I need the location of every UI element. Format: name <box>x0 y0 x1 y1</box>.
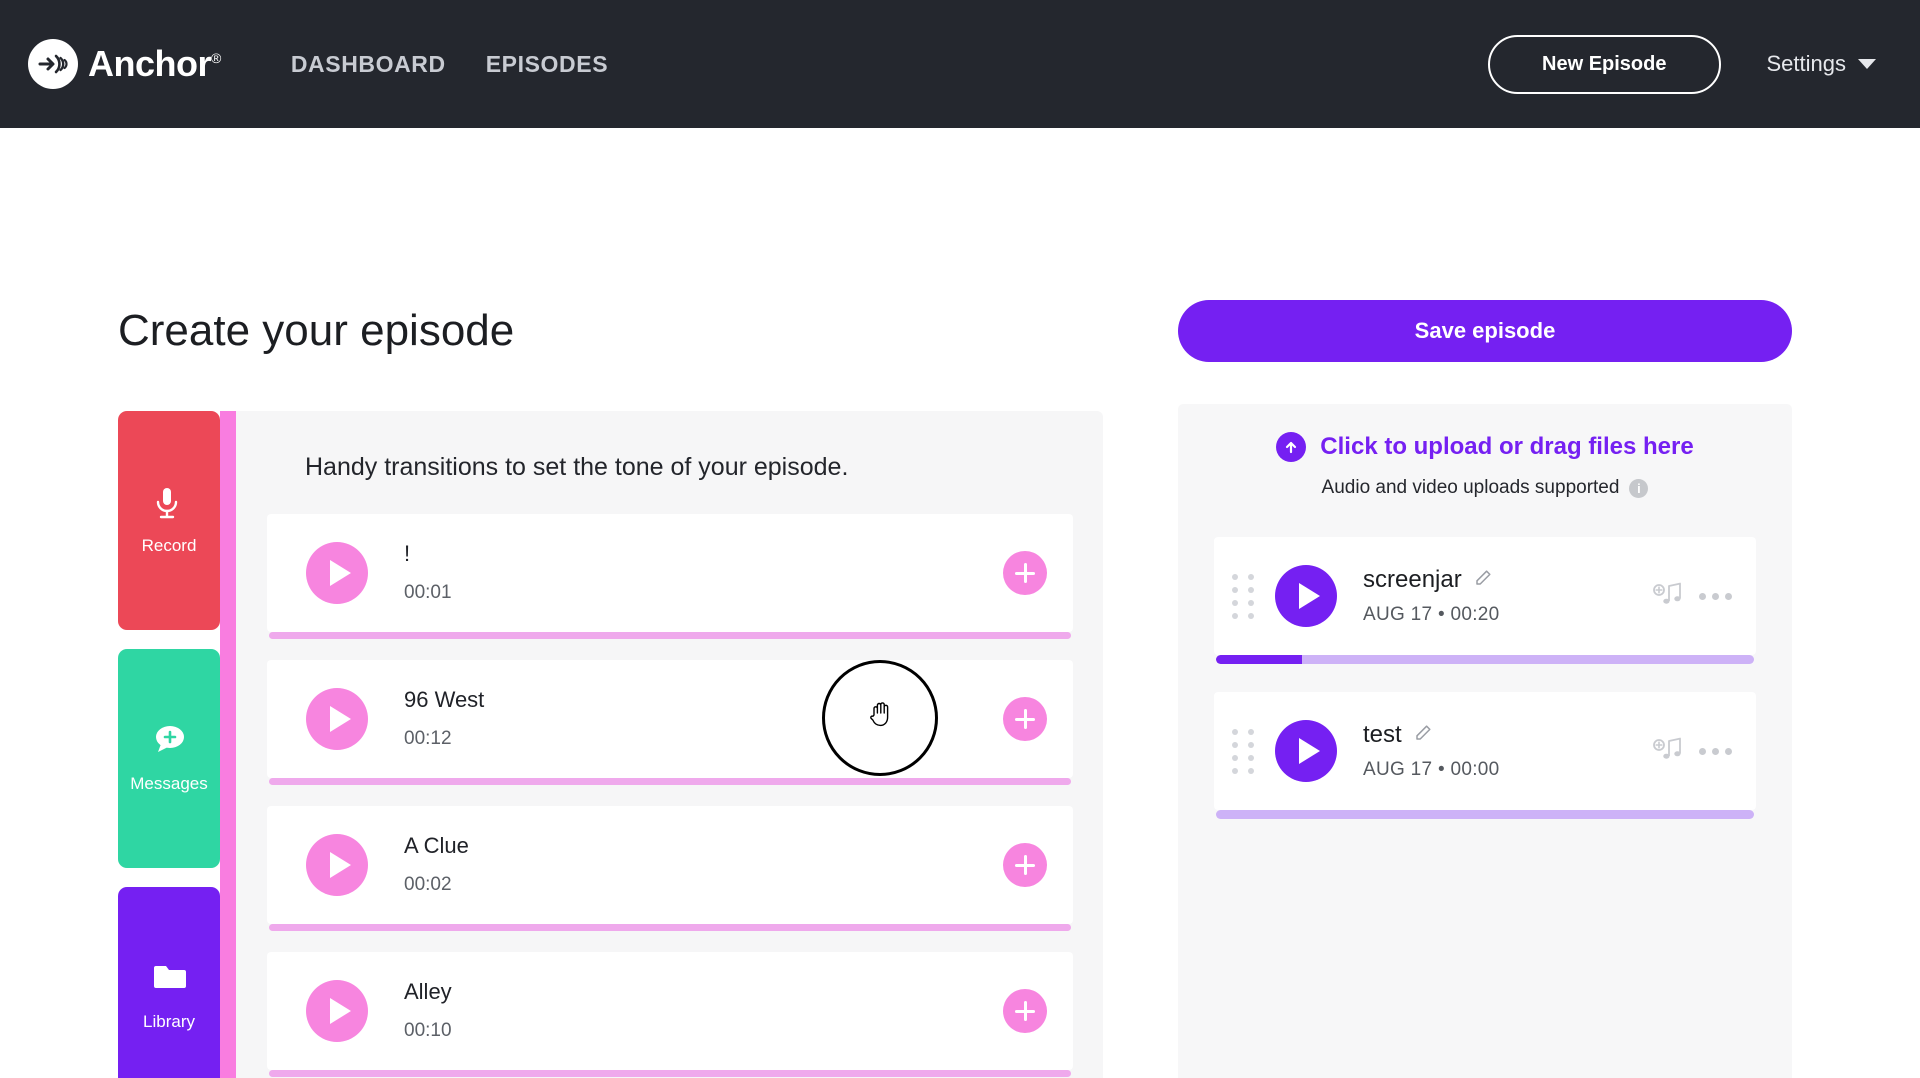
save-episode-button[interactable]: Save episode <box>1178 300 1792 362</box>
transition-duration: 00:01 <box>404 581 452 603</box>
upload-subtext: Audio and video uploads supported i <box>1178 477 1792 499</box>
add-music-icon[interactable] <box>1653 736 1687 767</box>
segment-meta: test AUG 17 • 00:00 <box>1363 721 1500 781</box>
tool-rail: Record Messages Library <box>118 411 220 1078</box>
episode-segments-list: screenjar AUG 17 • 00:20 test AUG 17 • 0… <box>1178 499 1792 819</box>
transition-duration: 00:12 <box>404 727 452 749</box>
rail-item-messages[interactable]: Messages <box>118 649 220 868</box>
upload-subtext-label: Audio and video uploads supported <box>1321 477 1620 498</box>
play-icon[interactable] <box>1275 565 1337 627</box>
more-options-icon[interactable] <box>1699 592 1732 600</box>
play-icon[interactable] <box>306 980 368 1042</box>
page-title: Create your episode <box>118 306 515 355</box>
play-icon[interactable] <box>306 688 368 750</box>
play-icon[interactable] <box>306 834 368 896</box>
main-nav: DASHBOARD EPISODES <box>291 51 608 78</box>
transitions-panel: Handy transitions to set the tone of you… <box>236 411 1103 1078</box>
episode-builder-panel: Click to upload or drag files here Audio… <box>1178 404 1792 1078</box>
transition-row[interactable]: Alley 00:10 <box>267 952 1073 1070</box>
transitions-list: ! 00:01 96 West 00:12 A Clue 00:02 Alley… <box>236 482 1103 1077</box>
drag-handle-icon[interactable] <box>1232 728 1255 774</box>
rail-label-library: Library <box>143 1011 195 1031</box>
transition-name: Alley <box>404 979 452 1005</box>
segment-actions <box>1653 581 1732 612</box>
transitions-heading: Handy transitions to set the tone of you… <box>305 453 849 481</box>
segment-title: test <box>1363 721 1402 748</box>
registered-mark: ® <box>211 50 221 66</box>
settings-menu[interactable]: Settings <box>1766 51 1876 77</box>
segment-subtitle: AUG 17 • 00:20 <box>1363 604 1500 625</box>
segment-card[interactable]: test AUG 17 • 00:00 <box>1214 692 1756 810</box>
add-transition-button[interactable] <box>1003 551 1047 595</box>
app-header: Anchor® DASHBOARD EPISODES New Episode S… <box>0 0 1920 128</box>
add-transition-button[interactable] <box>1003 989 1047 1033</box>
transition-row[interactable]: 96 West 00:12 <box>267 660 1073 778</box>
nav-item-dashboard[interactable]: DASHBOARD <box>291 51 446 78</box>
chevron-down-icon <box>1858 59 1876 69</box>
play-icon[interactable] <box>1275 720 1337 782</box>
header-actions: New Episode Settings <box>1488 34 1876 94</box>
anchor-wave-icon <box>28 39 78 89</box>
more-options-icon[interactable] <box>1699 747 1732 755</box>
new-episode-button[interactable]: New Episode <box>1488 34 1721 94</box>
message-plus-icon <box>152 724 186 760</box>
segment-progress-bar[interactable] <box>1216 810 1754 819</box>
segment-title: screenjar <box>1363 566 1462 593</box>
segment-card[interactable]: screenjar AUG 17 • 00:20 <box>1214 537 1756 655</box>
drag-handle-icon[interactable] <box>1232 573 1255 619</box>
pencil-icon[interactable] <box>1474 569 1492 592</box>
page-body: Create your episode Save episode Record <box>0 128 1920 1078</box>
transition-meta: ! 00:01 <box>404 542 452 603</box>
segment-progress-bar[interactable] <box>1216 655 1754 664</box>
microphone-icon <box>152 486 186 522</box>
segment-subtitle: AUG 17 • 00:00 <box>1363 759 1500 780</box>
upload-dropzone[interactable]: Click to upload or drag files here <box>1178 404 1792 462</box>
logo-text: Anchor <box>88 43 212 84</box>
info-icon[interactable]: i <box>1629 478 1649 498</box>
transition-divider <box>269 632 1071 639</box>
add-transition-button[interactable] <box>1003 843 1047 887</box>
anchor-logo[interactable]: Anchor® <box>28 39 221 89</box>
transition-meta: 96 West 00:12 <box>404 688 484 749</box>
transition-meta: Alley 00:10 <box>404 980 452 1041</box>
transition-divider <box>269 1070 1071 1077</box>
play-icon[interactable] <box>306 542 368 604</box>
upload-link-label[interactable]: Click to upload or drag files here <box>1320 433 1693 461</box>
rail-item-library[interactable]: Library <box>118 887 220 1078</box>
settings-label: Settings <box>1766 51 1847 76</box>
transition-name: A Clue <box>404 833 469 859</box>
transition-row[interactable]: ! 00:01 <box>267 514 1073 632</box>
transition-divider <box>269 924 1071 931</box>
transition-row[interactable]: A Clue 00:02 <box>267 806 1073 924</box>
nav-item-episodes[interactable]: EPISODES <box>486 51 608 78</box>
transition-name: 96 West <box>404 687 485 713</box>
segment-actions <box>1653 736 1732 767</box>
active-tab-indicator <box>220 411 236 1078</box>
transition-divider <box>269 778 1071 785</box>
transition-duration: 00:10 <box>404 1019 452 1041</box>
segment-progress-fill <box>1216 655 1303 664</box>
pencil-icon[interactable] <box>1414 724 1432 747</box>
transition-meta: A Clue 00:02 <box>404 834 469 895</box>
transition-name: ! <box>404 541 411 567</box>
upload-arrow-icon <box>1276 432 1307 462</box>
logo-wordmark: Anchor® <box>88 43 221 85</box>
rail-item-record[interactable]: Record <box>118 411 220 630</box>
rail-label-record: Record <box>141 535 197 555</box>
add-music-icon[interactable] <box>1653 581 1687 612</box>
segment-meta: screenjar AUG 17 • 00:20 <box>1363 566 1500 626</box>
folder-icon <box>152 962 186 998</box>
rail-label-messages: Messages <box>130 773 208 793</box>
add-transition-button[interactable] <box>1003 697 1047 741</box>
transition-duration: 00:02 <box>404 873 452 895</box>
